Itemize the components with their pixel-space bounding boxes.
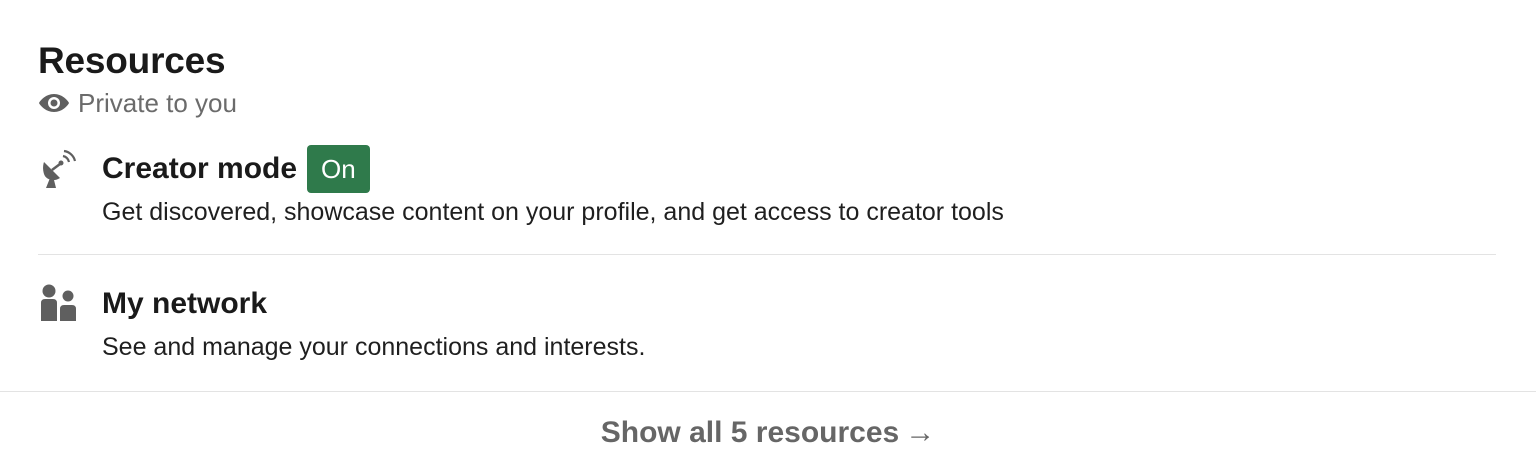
resource-title[interactable]: Creator mode [102, 152, 297, 186]
show-all-label: Show all 5 resources [600, 416, 900, 449]
arrow-right-icon: → [905, 416, 936, 449]
resource-item-my-network[interactable]: My network See and manage your connectio… [38, 279, 1496, 365]
divider [38, 254, 1496, 255]
resource-description: Get discovered, showcase content on your… [102, 198, 1004, 226]
satellite-dish-icon [38, 148, 80, 230]
resource-title[interactable]: My network [102, 287, 267, 321]
status-badge: On [307, 145, 370, 193]
footer-divider [0, 391, 1536, 392]
privacy-label: Private to you [78, 88, 237, 118]
resource-description: See and manage your connections and inte… [102, 333, 646, 361]
section-title: Resources [38, 40, 226, 81]
resources-card: Resources Private to you Creator mode On… [0, 0, 1536, 461]
resources-header: Resources Private to you [38, 36, 237, 120]
eye-icon [38, 92, 70, 114]
privacy-indicator: Private to you [38, 86, 237, 120]
people-icon [38, 283, 78, 365]
resource-item-creator-mode[interactable]: Creator mode On Get discovered, showcase… [38, 144, 1496, 230]
show-all-resources-button[interactable]: Show all 5 resources → [0, 412, 1536, 454]
